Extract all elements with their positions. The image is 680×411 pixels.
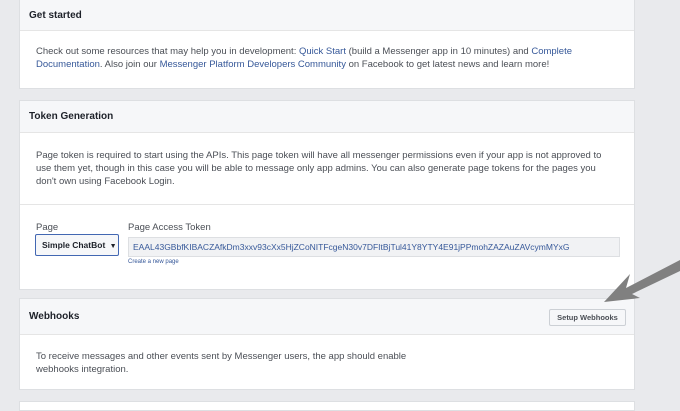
get-started-text-1: Check out some resources that may help y…	[36, 46, 299, 57]
arrow-shape	[604, 260, 680, 302]
webhooks-title: Webhooks	[29, 311, 80, 322]
page-label: Page	[36, 222, 59, 233]
token-generation-description: Page token is required to start using th…	[36, 150, 602, 187]
get-started-text-4: on Facebook to get latest news and learn…	[345, 59, 550, 70]
page-access-token-label: Page Access Token	[128, 222, 211, 233]
webhooks-description: To receive messages and other events sen…	[36, 351, 407, 375]
next-panel	[19, 401, 635, 411]
developers-community-link[interactable]: Messenger Platform Developers Community	[160, 59, 346, 70]
webhooks-header: Webhooks Setup Webhooks	[20, 299, 634, 335]
get-started-panel: Get started Check out some resources tha…	[19, 0, 635, 89]
page-select-value: Simple ChatBot	[42, 240, 106, 250]
get-started-text-2: (build a Messenger app in 10 minutes) an…	[345, 46, 532, 57]
get-started-title: Get started	[20, 0, 634, 31]
get-started-text-3: . Also join our	[99, 59, 160, 70]
quick-start-link[interactable]: Quick Start	[299, 46, 346, 57]
section-divider	[20, 204, 634, 205]
arrow-pointer-icon	[604, 260, 680, 302]
page-access-token-field[interactable]: EAAL43GBbfKIBACZAfkDm3xxv93cXx5HjZCoNITF…	[128, 237, 620, 257]
token-generation-title: Token Generation	[20, 101, 634, 133]
create-new-page-link[interactable]: Create a new page	[128, 259, 179, 265]
chevron-down-icon: ▼	[109, 243, 117, 250]
token-generation-panel: Token Generation Page token is required …	[19, 100, 635, 290]
page-select[interactable]: Simple ChatBot ▼	[35, 234, 119, 256]
get-started-text: Check out some resources that may help y…	[20, 31, 634, 71]
webhooks-panel: Webhooks Setup Webhooks To receive messa…	[19, 298, 635, 390]
